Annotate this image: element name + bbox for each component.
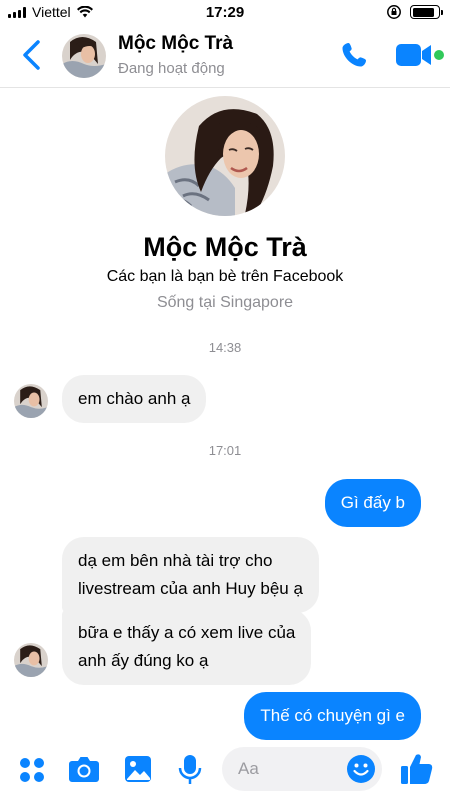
message-bubble-incoming[interactable]: bữa e thấy a có xem live của anh ấy đúng… xyxy=(62,609,312,685)
microphone-icon[interactable] xyxy=(178,754,202,786)
sender-avatar[interactable] xyxy=(14,384,48,418)
message-input-pill[interactable] xyxy=(222,747,382,791)
back-chevron-icon[interactable] xyxy=(18,38,46,72)
online-indicator xyxy=(434,50,444,60)
profile-friend-info: Các bạn là bạn bè trên Facebook xyxy=(106,268,344,285)
message-bubble-outgoing[interactable]: Thế có chuyện gì e xyxy=(244,692,421,740)
status-bar: Viettel 17:29 xyxy=(0,0,450,24)
message-text-line: dạ em bên nhà tài trợ cho xyxy=(78,551,273,570)
profile-location: Sống tại Singapore xyxy=(156,294,294,311)
status-right xyxy=(386,4,443,20)
photo-icon[interactable] xyxy=(124,755,152,783)
message-bubble-incoming[interactable]: em chào anh ạ xyxy=(62,375,207,423)
message-text-line: anh ấy đúng ko ạ xyxy=(78,651,209,670)
timestamp: 17:01 xyxy=(208,443,242,458)
contact-status: Đang hoạt động xyxy=(118,60,225,77)
sender-avatar[interactable] xyxy=(14,643,48,677)
profile-name: Mộc Mộc Trà xyxy=(143,232,307,262)
avatar-photo xyxy=(14,643,48,677)
message-text: Gì đấy b xyxy=(340,493,405,512)
avatar-photo xyxy=(14,384,48,418)
contact-name[interactable]: Mộc Mộc Trà xyxy=(118,33,233,55)
message-text: em chào anh ạ xyxy=(78,389,191,408)
menu-dots-icon[interactable] xyxy=(18,756,46,784)
emoji-icon[interactable] xyxy=(346,754,376,784)
camera-icon[interactable] xyxy=(68,755,100,783)
video-camera-icon[interactable] xyxy=(396,42,432,68)
message-composer xyxy=(0,738,450,800)
battery-icon xyxy=(410,5,443,19)
profile-avatar[interactable] xyxy=(165,96,285,216)
contact-avatar[interactable] xyxy=(62,34,106,78)
rotation-lock-icon xyxy=(387,5,401,19)
message-bubble-outgoing[interactable]: Gì đấy b xyxy=(324,479,421,527)
profile-photo xyxy=(165,96,285,216)
timestamp: 14:38 xyxy=(208,340,242,355)
clock: 17:29 xyxy=(205,4,245,21)
avatar-photo xyxy=(62,34,106,78)
message-text-line: bữa e thấy a có xem live của xyxy=(78,623,296,642)
message-text: Thế có chuyện gì e xyxy=(260,706,405,725)
message-bubble-incoming[interactable]: dạ em bên nhà tài trợ cho livestream của… xyxy=(62,537,319,613)
phone-icon[interactable] xyxy=(340,40,370,70)
chat-header: Mộc Mộc Trà Đang hoạt động xyxy=(0,24,450,88)
message-text-line: livestream của anh Huy bệu ạ xyxy=(78,579,303,598)
thumbs-up-icon[interactable] xyxy=(400,752,434,786)
message-input[interactable] xyxy=(238,757,338,781)
